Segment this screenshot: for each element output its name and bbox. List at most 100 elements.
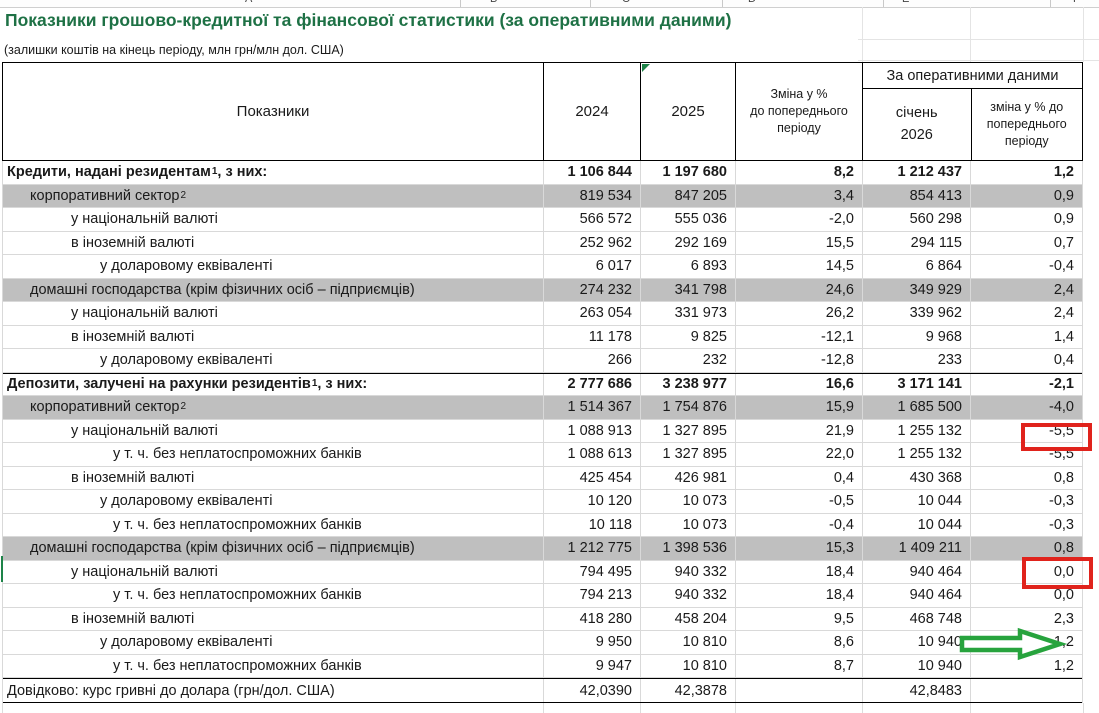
value-cell[interactable]: 0,9 (970, 208, 1082, 231)
row-label-cell[interactable]: Депозити, залучені на рахунки резидентів… (3, 374, 543, 396)
value-cell[interactable]: 3 171 141 (862, 374, 970, 396)
value-cell[interactable]: 1 088 613 (543, 443, 640, 466)
value-cell[interactable]: 1 106 844 (543, 161, 640, 184)
header-indicators[interactable]: Показники (3, 63, 543, 160)
value-cell[interactable]: 16,6 (735, 374, 862, 396)
value-cell[interactable]: 1 327 895 (640, 420, 735, 443)
value-cell[interactable]: 426 981 (640, 467, 735, 490)
value-cell[interactable]: 2 777 686 (543, 374, 640, 396)
value-cell[interactable]: 292 169 (640, 232, 735, 255)
value-cell[interactable]: 263 054 (543, 302, 640, 325)
row-label-cell[interactable]: у національній валюті (3, 561, 543, 584)
header-2025[interactable]: 2025 (640, 63, 735, 160)
column-letter[interactable]: A (245, 0, 252, 5)
row-label-cell[interactable]: корпоративний сектор2 (3, 185, 543, 208)
value-cell[interactable]: 2,4 (970, 302, 1082, 325)
value-cell[interactable]: 794 495 (543, 561, 640, 584)
value-cell[interactable]: -0,3 (970, 514, 1082, 537)
value-cell[interactable]: 274 232 (543, 279, 640, 302)
header-jan-change-pct[interactable]: зміна у % до попереднього періоду (971, 89, 1083, 160)
value-cell[interactable]: 940 332 (640, 561, 735, 584)
row-label-cell[interactable]: в іноземній валюті (3, 608, 543, 631)
value-cell[interactable]: 8,6 (735, 631, 862, 654)
row-label-cell[interactable]: Довідково: курс гривні до долара (грн/до… (3, 679, 543, 702)
column-letter[interactable]: C (622, 0, 630, 5)
value-cell[interactable]: 341 798 (640, 279, 735, 302)
value-cell[interactable] (970, 679, 1082, 702)
row-label-cell[interactable]: у доларовому еквіваленті (3, 349, 543, 372)
value-cell[interactable]: 1 514 367 (543, 396, 640, 419)
value-cell[interactable]: 10 120 (543, 490, 640, 513)
value-cell[interactable]: 339 962 (862, 302, 970, 325)
row-label-cell[interactable]: у т. ч. без неплатоспроможних банків (3, 443, 543, 466)
value-cell[interactable]: 0,7 (970, 232, 1082, 255)
row-label-cell[interactable]: Кредити, надані резидентам1, з них: (3, 161, 543, 184)
row-label-cell[interactable]: домашні господарства (крім фізичних осіб… (3, 279, 543, 302)
row-label-cell[interactable]: домашні господарства (крім фізичних осіб… (3, 537, 543, 560)
value-cell[interactable]: 15,5 (735, 232, 862, 255)
value-cell[interactable]: 18,4 (735, 561, 862, 584)
row-label-cell[interactable]: у доларовому еквіваленті (3, 631, 543, 654)
value-cell[interactable]: 21,9 (735, 420, 862, 443)
value-cell[interactable]: 9 968 (862, 326, 970, 349)
value-cell[interactable]: 10 073 (640, 490, 735, 513)
row-label-cell[interactable]: у національній валюті (3, 420, 543, 443)
value-cell[interactable]: 1 754 876 (640, 396, 735, 419)
value-cell[interactable]: 10 118 (543, 514, 640, 537)
value-cell[interactable]: 1 255 132 (862, 420, 970, 443)
value-cell[interactable]: 0,9 (970, 185, 1082, 208)
value-cell[interactable]: -0,4 (735, 514, 862, 537)
value-cell[interactable]: 11 178 (543, 326, 640, 349)
value-cell[interactable]: 794 213 (543, 584, 640, 607)
value-cell[interactable]: 42,0390 (543, 679, 640, 702)
value-cell[interactable]: 1,4 (970, 326, 1082, 349)
value-cell[interactable]: -0,3 (970, 490, 1082, 513)
value-cell[interactable]: 331 973 (640, 302, 735, 325)
value-cell[interactable]: 3,4 (735, 185, 862, 208)
row-label-cell[interactable]: в іноземній валюті (3, 467, 543, 490)
value-cell[interactable]: 10 940 (862, 655, 970, 678)
column-letter[interactable]: E (902, 0, 909, 5)
value-cell[interactable]: 940 464 (862, 584, 970, 607)
value-cell[interactable]: 854 413 (862, 185, 970, 208)
header-change-pct[interactable]: Зміна у % до попереднього періоду (735, 63, 862, 160)
value-cell[interactable]: -12,8 (735, 349, 862, 372)
value-cell[interactable]: 10 940 (862, 631, 970, 654)
row-label-cell[interactable]: в іноземній валюті (3, 326, 543, 349)
column-letter[interactable]: F (1073, 0, 1080, 5)
row-label-cell[interactable]: у національній валюті (3, 302, 543, 325)
value-cell[interactable]: 22,0 (735, 443, 862, 466)
value-cell[interactable]: 1 088 913 (543, 420, 640, 443)
value-cell[interactable]: 2,4 (970, 279, 1082, 302)
value-cell[interactable]: 1 327 895 (640, 443, 735, 466)
value-cell[interactable]: 1 255 132 (862, 443, 970, 466)
value-cell[interactable]: 266 (543, 349, 640, 372)
value-cell[interactable]: 1 398 536 (640, 537, 735, 560)
value-cell[interactable]: 6 893 (640, 255, 735, 278)
header-jan-2026[interactable]: січень 2026 (863, 89, 971, 160)
value-cell[interactable]: 940 332 (640, 584, 735, 607)
row-label-cell[interactable]: в іноземній валюті (3, 232, 543, 255)
value-cell[interactable]: 0,8 (970, 467, 1082, 490)
header-operative-data[interactable]: За оперативними даними (863, 63, 1082, 89)
row-label-cell[interactable]: у т. ч. без неплатоспроможних банків (3, 514, 543, 537)
value-cell[interactable]: 2,3 (970, 608, 1082, 631)
value-cell[interactable]: 425 454 (543, 467, 640, 490)
value-cell[interactable]: -4,0 (970, 396, 1082, 419)
value-cell[interactable]: 1 197 680 (640, 161, 735, 184)
value-cell[interactable]: 18,4 (735, 584, 862, 607)
sheet-title[interactable]: Показники грошово-кредитної та фінансово… (5, 10, 731, 31)
value-cell[interactable]: 14,5 (735, 255, 862, 278)
value-cell[interactable]: 233 (862, 349, 970, 372)
value-cell[interactable]: 418 280 (543, 608, 640, 631)
value-cell[interactable]: 9 825 (640, 326, 735, 349)
value-cell[interactable]: 847 205 (640, 185, 735, 208)
value-cell[interactable]: 1 409 211 (862, 537, 970, 560)
value-cell[interactable]: -0,5 (735, 490, 862, 513)
row-label-cell[interactable]: корпоративний сектор2 (3, 396, 543, 419)
value-cell[interactable]: 349 929 (862, 279, 970, 302)
value-cell[interactable]: 8,2 (735, 161, 862, 184)
value-cell[interactable]: 10 810 (640, 631, 735, 654)
value-cell[interactable]: 566 572 (543, 208, 640, 231)
value-cell[interactable] (735, 679, 862, 702)
